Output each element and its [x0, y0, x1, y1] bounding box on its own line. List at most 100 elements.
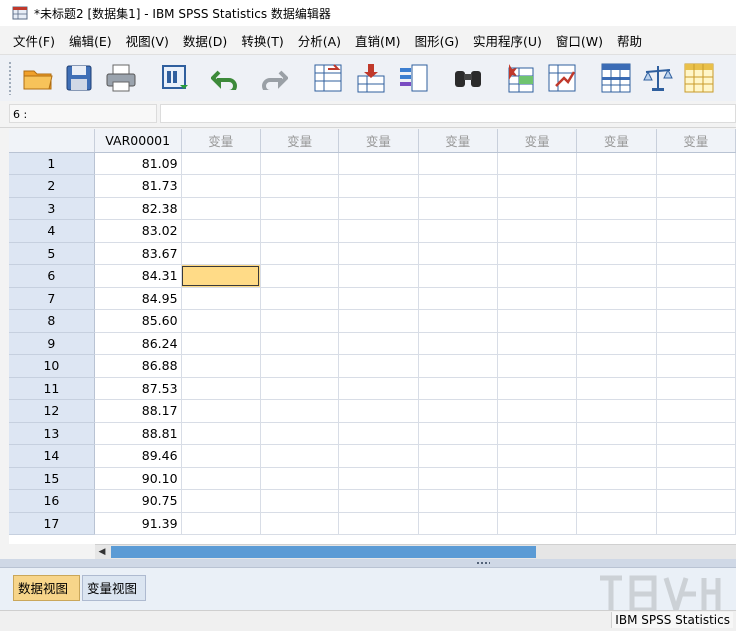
empty-cell[interactable]	[418, 219, 498, 243]
empty-cell[interactable]	[576, 399, 657, 423]
empty-cell[interactable]	[497, 309, 578, 333]
menu-file[interactable]: 文件(F)	[0, 31, 63, 50]
empty-cell[interactable]	[260, 422, 340, 445]
empty-cell[interactable]	[338, 422, 419, 445]
menu-data[interactable]: 数据(D)	[177, 31, 235, 50]
empty-cell[interactable]	[338, 332, 419, 355]
menu-graphs[interactable]: 图形(G)	[409, 31, 467, 50]
empty-cell[interactable]	[181, 489, 261, 513]
empty-cell[interactable]	[497, 219, 578, 243]
dialog-recall-icon[interactable]	[158, 60, 192, 96]
row-header[interactable]: 10	[9, 354, 95, 378]
empty-cell[interactable]	[656, 309, 736, 333]
select-cases-icon[interactable]	[682, 60, 716, 96]
weight-cases-icon[interactable]	[641, 60, 675, 96]
data-cell[interactable]: 86.24	[94, 332, 182, 355]
column-header[interactable]: 变量	[656, 129, 736, 153]
data-cell[interactable]: 90.10	[94, 467, 182, 490]
column-header[interactable]: 变量	[418, 129, 498, 153]
data-cell[interactable]: 81.09	[94, 152, 182, 175]
empty-cell[interactable]	[338, 512, 419, 535]
data-cell[interactable]: 82.38	[94, 197, 182, 220]
empty-cell[interactable]	[656, 444, 736, 468]
empty-cell[interactable]	[656, 242, 736, 265]
data-cell[interactable]: 83.02	[94, 219, 182, 243]
row-header[interactable]: 9	[9, 332, 95, 355]
empty-cell[interactable]	[656, 174, 736, 198]
empty-cell[interactable]	[338, 152, 419, 175]
redo-icon[interactable]	[255, 60, 289, 96]
empty-cell[interactable]	[338, 444, 419, 468]
empty-cell[interactable]	[260, 152, 340, 175]
empty-cell[interactable]	[260, 377, 340, 400]
menu-analyze[interactable]: 分析(A)	[292, 31, 349, 50]
print-icon[interactable]	[104, 60, 138, 96]
empty-cell[interactable]	[656, 467, 736, 490]
scroll-thumb[interactable]	[111, 546, 536, 558]
row-header[interactable]: 8	[9, 309, 95, 333]
empty-cell[interactable]	[656, 197, 736, 220]
empty-cell[interactable]	[260, 309, 340, 333]
empty-cell[interactable]	[418, 287, 498, 310]
empty-cell[interactable]	[181, 197, 261, 220]
empty-cell[interactable]	[656, 489, 736, 513]
find-icon[interactable]	[451, 60, 485, 96]
empty-cell[interactable]	[338, 287, 419, 310]
empty-cell[interactable]	[181, 354, 261, 378]
empty-cell[interactable]	[418, 264, 498, 288]
empty-cell[interactable]	[497, 242, 578, 265]
empty-cell[interactable]	[260, 264, 340, 288]
empty-cell[interactable]	[576, 242, 657, 265]
empty-cell[interactable]	[656, 332, 736, 355]
menu-transform[interactable]: 转换(T)	[235, 31, 291, 50]
row-header[interactable]: 4	[9, 219, 95, 243]
empty-cell[interactable]	[656, 377, 736, 400]
empty-cell[interactable]	[338, 264, 419, 288]
go-to-case-icon[interactable]	[311, 60, 345, 96]
data-cell[interactable]: 91.39	[94, 512, 182, 535]
menu-direct-marketing[interactable]: 直销(M)	[349, 31, 409, 50]
insert-cases-icon[interactable]	[502, 60, 536, 96]
row-header[interactable]: 11	[9, 377, 95, 400]
empty-cell[interactable]	[338, 242, 419, 265]
variables-icon[interactable]	[397, 60, 431, 96]
horizontal-scrollbar[interactable]: ◀	[95, 544, 736, 559]
empty-cell[interactable]	[656, 287, 736, 310]
row-header[interactable]: 13	[9, 422, 95, 445]
empty-cell[interactable]	[656, 152, 736, 175]
empty-cell[interactable]	[576, 309, 657, 333]
empty-cell[interactable]	[656, 422, 736, 445]
column-header[interactable]: VAR00001	[94, 129, 182, 153]
empty-cell[interactable]	[576, 377, 657, 400]
empty-cell[interactable]	[181, 174, 261, 198]
data-cell[interactable]: 88.81	[94, 422, 182, 445]
empty-cell[interactable]	[260, 287, 340, 310]
empty-cell[interactable]	[260, 354, 340, 378]
empty-cell[interactable]	[260, 332, 340, 355]
empty-cell[interactable]	[181, 422, 261, 445]
data-cell[interactable]: 84.95	[94, 287, 182, 310]
empty-cell[interactable]	[497, 354, 578, 378]
empty-cell[interactable]	[260, 242, 340, 265]
empty-cell[interactable]	[576, 197, 657, 220]
column-header[interactable]: 变量	[181, 129, 261, 153]
data-cell[interactable]: 90.75	[94, 489, 182, 513]
row-header[interactable]: 2	[9, 174, 95, 198]
empty-cell[interactable]	[338, 399, 419, 423]
empty-cell[interactable]	[418, 152, 498, 175]
empty-cell[interactable]	[418, 309, 498, 333]
row-header[interactable]: 14	[9, 444, 95, 468]
row-header[interactable]: 5	[9, 242, 95, 265]
menu-view[interactable]: 视图(V)	[120, 31, 177, 50]
empty-cell[interactable]	[181, 219, 261, 243]
empty-cell[interactable]	[497, 489, 578, 513]
empty-cell[interactable]	[497, 174, 578, 198]
empty-cell[interactable]	[576, 467, 657, 490]
empty-cell[interactable]	[418, 197, 498, 220]
empty-cell[interactable]	[497, 399, 578, 423]
row-header[interactable]: 6	[9, 264, 95, 288]
go-to-variable-icon[interactable]	[354, 60, 388, 96]
empty-cell[interactable]	[656, 264, 736, 288]
data-cell[interactable]: 85.60	[94, 309, 182, 333]
data-cell[interactable]: 88.17	[94, 399, 182, 423]
